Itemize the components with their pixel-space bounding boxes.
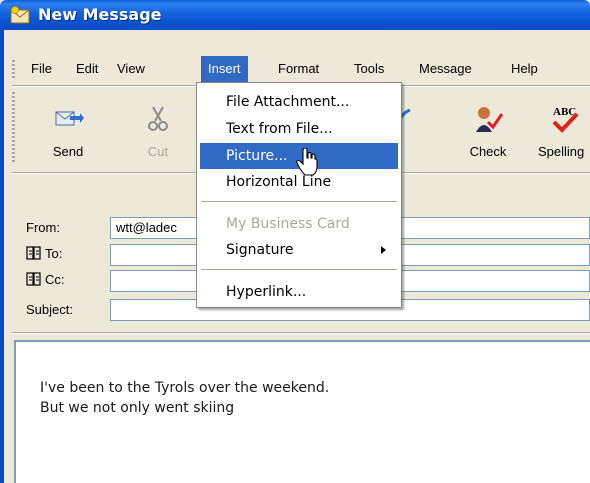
signature-label: Signature: [226, 242, 294, 258]
from-label: From:: [26, 220, 60, 235]
menu-message[interactable]: Message: [412, 56, 479, 82]
menu-view[interactable]: View: [110, 56, 152, 82]
menu-separator: [201, 269, 397, 270]
window-frame-left: [0, 30, 4, 483]
window-title: New Message: [38, 5, 162, 24]
send-icon: [55, 111, 84, 126]
send-label: Send: [52, 144, 84, 159]
message-window: New Message File Edit View Insert Format…: [0, 0, 590, 483]
send-button[interactable]: Send: [38, 92, 98, 168]
menu-separator: [201, 201, 397, 202]
cut-label: Cut: [147, 144, 169, 159]
menu-edit[interactable]: Edit: [69, 56, 105, 82]
menu-item-hyperlink[interactable]: Hyperlink...: [200, 279, 398, 305]
to-label: To:: [45, 246, 63, 261]
subject-label: Subject:: [26, 302, 73, 317]
title-bar[interactable]: New Message: [0, 0, 590, 30]
menu-help[interactable]: Help: [504, 56, 545, 82]
new-message-icon: [10, 6, 30, 24]
body-line-1: I've been to the Tyrols over the weekend…: [40, 380, 330, 396]
menubar-grip[interactable]: [12, 60, 15, 80]
spelling-icon: ABC: [552, 106, 579, 133]
menu-file[interactable]: File: [24, 56, 59, 82]
cc-button[interactable]: Cc:: [26, 270, 65, 290]
submenu-arrow-icon: [381, 246, 386, 254]
menu-item-file-attachment[interactable]: File Attachment...: [200, 89, 398, 115]
toolbar-grip[interactable]: [12, 92, 15, 162]
spelling-button[interactable]: ABC Spelling: [530, 92, 590, 168]
check-names-icon: [476, 107, 504, 132]
menu-insert[interactable]: Insert: [201, 56, 248, 82]
body-line-2: But we not only went skiing: [40, 400, 235, 416]
menu-format[interactable]: Format: [271, 56, 326, 82]
menu-item-signature[interactable]: Signature: [200, 237, 398, 263]
address-book-icon: [26, 246, 41, 260]
address-book-icon: [26, 272, 41, 286]
check-label: Check: [469, 144, 507, 159]
to-button[interactable]: To:: [26, 244, 62, 264]
menu-item-business-card: My Business Card: [226, 216, 350, 232]
header-body-divider: [12, 332, 590, 334]
scissors-icon: [148, 106, 168, 131]
menu-item-text-from-file[interactable]: Text from File...: [200, 116, 398, 142]
check-names-button[interactable]: Check: [458, 92, 518, 168]
message-body[interactable]: I've been to the Tyrols over the weekend…: [14, 340, 590, 483]
menu-tools[interactable]: Tools: [347, 56, 391, 82]
cc-label: Cc:: [45, 272, 65, 287]
hand-cursor-icon: [296, 148, 318, 176]
cut-button[interactable]: Cut: [128, 92, 188, 168]
spelling-label: Spelling: [538, 144, 585, 159]
insert-menu-dropdown: File Attachment... Text from File... Pic…: [196, 82, 402, 308]
